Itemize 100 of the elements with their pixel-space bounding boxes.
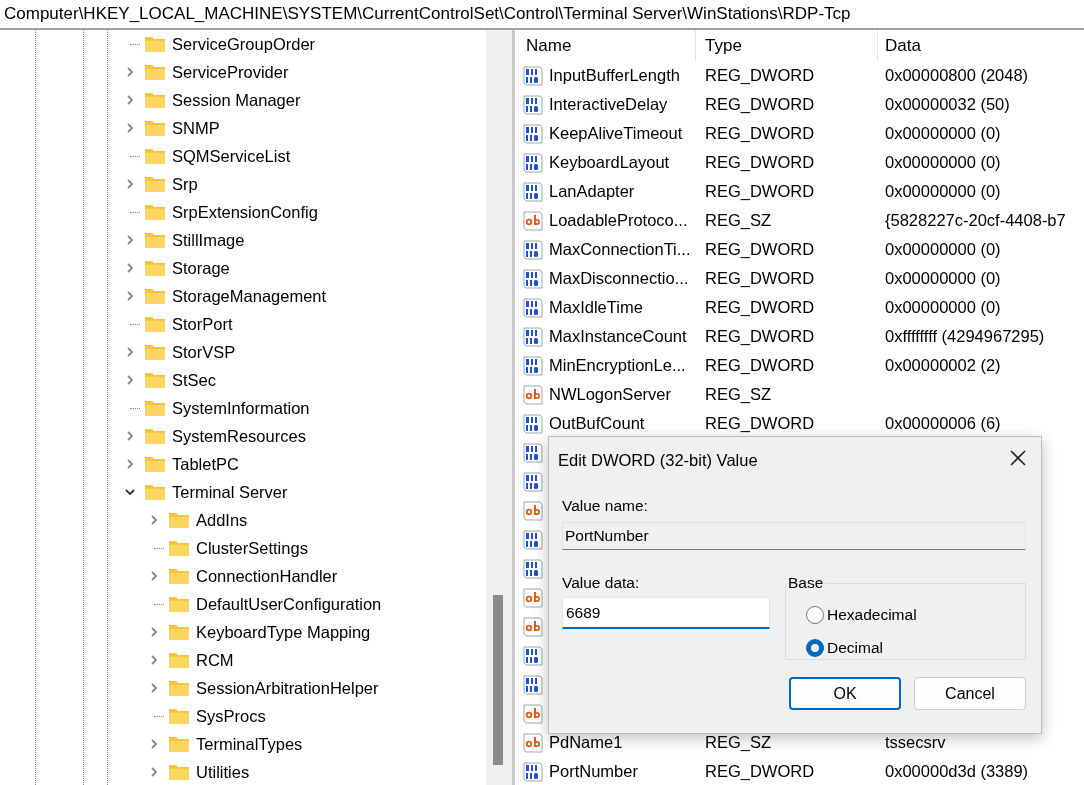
value-type: REG_DWORD (705, 414, 815, 433)
tree-item[interactable]: ServiceGroupOrder (172, 34, 316, 54)
dialog-title: Edit DWORD (32-bit) Value (558, 450, 758, 470)
chevron-right-icon[interactable] (124, 458, 136, 470)
chevron-right-icon[interactable] (124, 234, 136, 246)
chevron-right-icon[interactable] (124, 178, 136, 190)
scrollbar[interactable] (486, 30, 512, 785)
chevron-down-icon[interactable] (124, 486, 136, 498)
close-icon[interactable] (1009, 449, 1027, 467)
tree-item[interactable]: Terminal Server (172, 482, 288, 502)
value-name[interactable]: MinEncryptionLe... (549, 356, 686, 375)
value-name[interactable]: NWLogonServer (549, 385, 671, 404)
column-header[interactable]: Type (696, 30, 878, 61)
tree-item[interactable]: StSec (172, 370, 217, 390)
chevron-right-icon[interactable] (148, 682, 160, 694)
chevron-right-icon[interactable] (148, 570, 160, 582)
chevron-right-icon[interactable] (148, 766, 160, 778)
value-data: 0x00000032 (50) (885, 95, 1010, 114)
value-name[interactable]: InteractiveDelay (549, 95, 668, 114)
tree-item[interactable]: ConnectionHandler (196, 566, 338, 586)
field-label: Value data: (562, 574, 641, 592)
value-data-field[interactable]: 6689 (562, 597, 770, 629)
tree-item[interactable]: Storage (172, 258, 230, 278)
value-name[interactable]: InputBufferLength (549, 66, 680, 85)
tree-item[interactable]: StillImage (172, 230, 245, 250)
value-name[interactable]: PortNumber (549, 762, 638, 781)
value-name[interactable]: KeepAliveTimeout (549, 124, 683, 143)
folder-icon (144, 259, 166, 277)
folder-icon (144, 483, 166, 501)
tree-item[interactable]: SysProcs (196, 706, 266, 726)
value-name[interactable]: MaxDisconnectio... (549, 269, 689, 288)
value-type: REG_DWORD (705, 182, 815, 201)
tree-item[interactable]: SystemInformation (172, 398, 310, 418)
tree-item[interactable]: StorageManagement (172, 286, 327, 306)
tree-item[interactable]: Srp (172, 174, 198, 194)
value-name[interactable]: LanAdapter (549, 182, 635, 201)
folder-icon (168, 707, 190, 725)
tree-item[interactable]: SrpExtensionConfig (172, 202, 318, 222)
tree-item[interactable]: SQMServiceList (172, 146, 291, 166)
value-name[interactable]: PdName1 (549, 733, 623, 752)
tree-item[interactable]: SessionArbitrationHelper (196, 678, 379, 698)
ok-button[interactable]: OK (789, 677, 901, 710)
tree-item[interactable]: ServiceProvider (172, 62, 289, 82)
radio-button[interactable] (806, 605, 824, 624)
radio-button[interactable] (806, 638, 824, 657)
tree-item[interactable]: Utilities (196, 762, 250, 782)
folder-icon (144, 315, 166, 333)
value-name[interactable]: LoadableProtoco... (549, 211, 688, 230)
folder-icon (144, 371, 166, 389)
folder-icon (168, 735, 190, 753)
value-type: REG_DWORD (705, 95, 815, 114)
value-name[interactable]: MaxConnectionTi... (549, 240, 691, 259)
cancel-button[interactable]: Cancel (914, 677, 1026, 710)
value-type: REG_SZ (705, 385, 772, 404)
address-path[interactable]: Computer\HKEY_LOCAL_MACHINE\SYSTEM\CurrentControlSet\Control\Terminal Server\WinStations\RDP-Tcp (4, 4, 851, 23)
chevron-right-icon[interactable] (148, 514, 160, 526)
tree-item[interactable]: SNMP (172, 118, 220, 138)
chevron-right-icon[interactable] (148, 738, 160, 750)
radio-label[interactable]: Hexadecimal (827, 605, 917, 624)
tree-item[interactable]: TabletPC (172, 454, 239, 474)
column-header[interactable]: Data (878, 30, 1084, 61)
value-type: REG_DWORD (705, 269, 815, 288)
tree-item[interactable]: RCM (196, 650, 234, 670)
value-name-field[interactable]: PortNumber (562, 522, 1026, 550)
column-header[interactable]: Name (515, 30, 696, 61)
tree-item[interactable]: Session Manager (172, 90, 301, 110)
radio-label[interactable]: Decimal (827, 638, 883, 657)
folder-icon (144, 203, 166, 221)
tree-item[interactable]: AddIns (196, 510, 248, 530)
chevron-right-icon[interactable] (124, 346, 136, 358)
chevron-right-icon[interactable] (124, 66, 136, 78)
value-data: 0x00000000 (0) (885, 153, 1001, 172)
value-data: 0x00000006 (6) (885, 414, 1001, 433)
tree-item[interactable]: StorPort (172, 314, 233, 334)
chevron-right-icon[interactable] (124, 262, 136, 274)
value-name[interactable]: KeyboardLayout (549, 153, 670, 172)
value-name[interactable]: MaxIdleTime (549, 298, 643, 317)
value-type: REG_DWORD (705, 240, 815, 259)
scrollbar-thumb[interactable] (493, 595, 503, 765)
tree-item[interactable]: TerminalTypes (196, 734, 303, 754)
folder-icon (144, 287, 166, 305)
tree-item[interactable]: SystemResources (172, 426, 306, 446)
chevron-right-icon[interactable] (148, 626, 160, 638)
folder-icon (144, 399, 166, 417)
folder-icon (144, 231, 166, 249)
chevron-right-icon[interactable] (124, 430, 136, 442)
tree-item[interactable]: StorVSP (172, 342, 236, 362)
chevron-right-icon[interactable] (124, 374, 136, 386)
tree-item[interactable]: DefaultUserConfiguration (196, 594, 382, 614)
value-data: {5828227c-20cf-4408-b7 (885, 211, 1066, 230)
chevron-right-icon[interactable] (124, 122, 136, 134)
value-name[interactable]: MaxInstanceCount (549, 327, 687, 346)
chevron-right-icon[interactable] (124, 290, 136, 302)
value-data: 0x00000000 (0) (885, 240, 1001, 259)
tree-item[interactable]: KeyboardType Mapping (196, 622, 371, 642)
value-name[interactable]: OutBufCount (549, 414, 645, 433)
tree-item[interactable]: ClusterSettings (196, 538, 308, 558)
chevron-right-icon[interactable] (148, 654, 160, 666)
chevron-right-icon[interactable] (124, 94, 136, 106)
folder-icon (168, 567, 190, 585)
